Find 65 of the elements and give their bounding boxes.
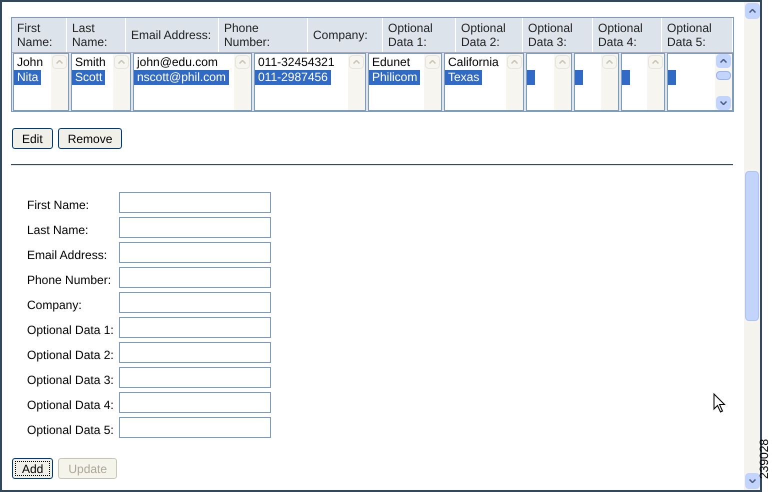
list-box[interactable]	[667, 53, 733, 111]
list-item[interactable]: 011-32454321	[255, 55, 338, 70]
column-header: First Name:	[17, 21, 54, 49]
input-field[interactable]	[119, 317, 271, 338]
list-item[interactable]: Nita	[14, 70, 42, 85]
button[interactable]: Add	[12, 458, 54, 479]
field-label: Email Address:	[27, 246, 108, 264]
list-item[interactable]: 011-2987456	[255, 70, 331, 85]
field-label: Optional Data 2:	[27, 346, 115, 364]
scroll-up-button[interactable]	[744, 3, 760, 19]
field-label: Optional Data 4:	[27, 396, 115, 414]
list-box[interactable]: 011-32454321 011-2987456	[254, 53, 366, 111]
list-item[interactable]: Scott	[72, 70, 106, 85]
list-box[interactable]: John Nita	[13, 53, 69, 111]
input-field[interactable]	[119, 217, 271, 238]
field-label: Phone Number:	[27, 272, 112, 288]
scroll-down-button[interactable]	[744, 473, 760, 489]
field-label: Optional Data 1:	[27, 322, 115, 338]
figure-number: 239028	[758, 438, 770, 480]
button[interactable]: Remove	[58, 128, 122, 149]
column-header: Optional Data 4:	[598, 21, 644, 49]
mouse-pointer-icon	[713, 393, 726, 413]
list-item[interactable]: Smith	[72, 55, 109, 70]
field-label: Company:	[27, 296, 83, 314]
input-field[interactable]	[119, 242, 271, 263]
list-item[interactable]: nscott@phil.com	[134, 70, 229, 85]
list-box[interactable]: john@edu.com nscott@phil.com	[133, 53, 252, 111]
input-field[interactable]	[119, 267, 271, 288]
column-header: Optional Data 5:	[667, 21, 713, 49]
input-field[interactable]	[119, 392, 271, 413]
input-field[interactable]	[119, 292, 271, 313]
field-label: Optional Data 3:	[27, 372, 115, 388]
column-header: Optional Data 1:	[388, 21, 434, 49]
list-box[interactable]: California Texas	[444, 53, 524, 111]
scrollbar-thumb[interactable]	[745, 171, 759, 321]
list-item[interactable]: Texas	[445, 70, 482, 85]
field-label: Optional Data 5:	[27, 422, 115, 438]
scrollbar-thumb[interactable]	[716, 70, 731, 80]
scroll-down-button[interactable]	[716, 96, 731, 110]
column-header: Email Address:	[131, 28, 212, 42]
scroll-up-button[interactable]	[716, 54, 731, 68]
input-field[interactable]	[119, 192, 271, 213]
list-item[interactable]: Philicom	[369, 70, 420, 85]
column-header: Last Name:	[72, 21, 108, 49]
list-box[interactable]	[574, 53, 619, 111]
list-item[interactable]: john@edu.com	[134, 55, 221, 70]
column-header: Optional Data 3:	[528, 21, 574, 49]
list-item[interactable]: California	[445, 55, 502, 70]
field-label: First Name:	[27, 196, 90, 214]
column-header: Company:	[313, 28, 368, 42]
input-field[interactable]	[119, 342, 271, 363]
list-item[interactable]: John	[14, 55, 46, 70]
list-box[interactable]: Smith Scott	[71, 53, 131, 111]
input-field[interactable]	[119, 367, 271, 388]
list-box[interactable]	[526, 53, 572, 111]
list-scrollbar[interactable]	[715, 54, 732, 110]
field-label: Last Name:	[27, 222, 90, 238]
column-header: Phone Number:	[224, 21, 272, 49]
list-box[interactable]: Edunet Philicom	[368, 53, 442, 111]
button[interactable]: Edit	[12, 128, 53, 149]
page-scrollbar[interactable]	[744, 2, 760, 490]
list-box[interactable]	[621, 53, 665, 111]
column-header: Optional Data 2:	[461, 21, 507, 49]
input-field[interactable]	[119, 417, 271, 438]
list-item[interactable]: Edunet	[369, 55, 414, 70]
